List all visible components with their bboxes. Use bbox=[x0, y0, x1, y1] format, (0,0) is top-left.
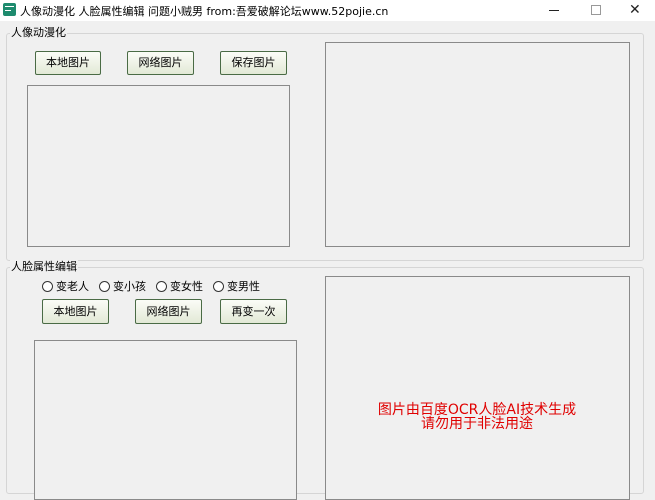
close-button[interactable]: ✕ bbox=[616, 0, 655, 21]
anime-group-title: 人像动漫化 bbox=[10, 26, 67, 40]
radio-male-label: 变男性 bbox=[227, 280, 260, 293]
face-result-image bbox=[325, 276, 630, 500]
anime-source-image bbox=[27, 85, 290, 247]
anime-result-image bbox=[325, 42, 630, 247]
radio-child-label: 变小孩 bbox=[113, 280, 146, 293]
window-title: 人像动漫化 人脸属性编辑 问题小贼男 from:吾爱破解论坛www.52poji… bbox=[20, 5, 389, 18]
face-local-image-button[interactable]: 本地图片 bbox=[42, 299, 109, 324]
minimize-icon bbox=[549, 10, 559, 11]
radio-child[interactable]: 变小孩 bbox=[99, 280, 153, 295]
radio-older[interactable]: 变老人 bbox=[42, 280, 96, 295]
radio-female[interactable]: 变女性 bbox=[156, 280, 210, 295]
radio-button-icon bbox=[213, 281, 224, 292]
anime-local-image-button[interactable]: 本地图片 bbox=[35, 51, 101, 75]
close-icon: ✕ bbox=[629, 2, 641, 18]
radio-female-label: 变女性 bbox=[170, 280, 203, 293]
notice-line-2: 请勿用于非法用途 bbox=[421, 416, 533, 432]
maximize-icon bbox=[591, 5, 601, 15]
radio-older-label: 变老人 bbox=[56, 280, 89, 293]
app-icon bbox=[3, 3, 16, 16]
radio-button-icon bbox=[99, 281, 110, 292]
anime-network-image-button[interactable]: 网络图片 bbox=[127, 51, 194, 75]
face-attribute-group-title: 人脸属性编辑 bbox=[10, 260, 78, 274]
face-source-image bbox=[34, 340, 297, 500]
radio-male[interactable]: 变男性 bbox=[213, 280, 267, 295]
anime-save-image-button[interactable]: 保存图片 bbox=[220, 51, 287, 75]
radio-button-icon bbox=[42, 281, 53, 292]
maximize-button[interactable] bbox=[576, 0, 616, 21]
title-bar: 人像动漫化 人脸属性编辑 问题小贼男 from:吾爱破解论坛www.52poji… bbox=[0, 0, 655, 21]
minimize-button[interactable] bbox=[534, 0, 574, 21]
face-redo-button[interactable]: 再变一次 bbox=[220, 299, 287, 324]
face-network-image-button[interactable]: 网络图片 bbox=[135, 299, 202, 324]
radio-button-icon bbox=[156, 281, 167, 292]
